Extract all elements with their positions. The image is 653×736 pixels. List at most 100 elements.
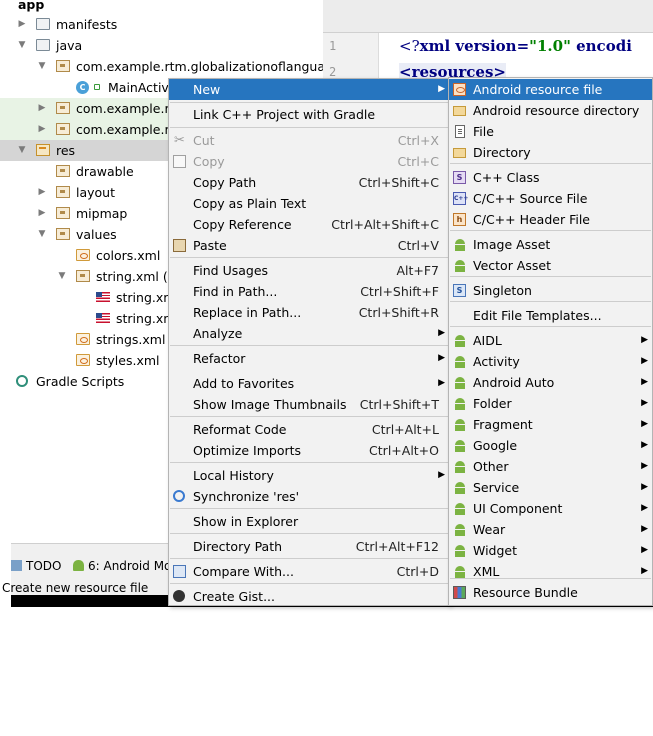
menu-item-copy-path[interactable]: Copy Path Ctrl+Shift+C [169,172,449,193]
tree-item-label: string.xml (2 [96,269,176,284]
cpp-source-icon: C++ [453,192,468,205]
menu-item-copy-reference[interactable]: Copy Reference Ctrl+Alt+Shift+C [169,214,449,235]
collapsed-arrow-icon[interactable]: ▶ [36,203,48,224]
new-item-c-c-header-file[interactable]: h C/C++ Header File [449,209,652,230]
menu-item-shortcut: Ctrl+Shift+T [359,397,439,412]
expanded-arrow-icon[interactable]: ▼ [36,56,48,77]
new-item-android-resource-file[interactable]: Android resource file [449,79,652,100]
gradle-icon [16,375,28,387]
menu-item-label: Other [473,459,509,474]
new-item-google[interactable]: Google ▶ [449,435,652,456]
tree-item-com-example-rtm-globalizationoflanguage[interactable]: ▼ com.example.rtm.globalizationoflanguage [0,56,323,77]
tree-item-java[interactable]: ▼ java [0,35,323,56]
menu-item-label: C++ Class [473,170,540,185]
menu-item-paste[interactable]: Paste Ctrl+V [169,235,449,256]
menu-separator [450,230,651,231]
resource-bundle-icon [453,586,466,599]
menu-item-compare-with[interactable]: Compare With... Ctrl+D [169,561,449,582]
android-icon [454,376,466,389]
menu-item-create-gist[interactable]: Create Gist... [169,586,449,607]
code-token: "1.0" [529,37,571,55]
package-icon [76,270,90,282]
new-item-vector-asset[interactable]: Vector Asset [449,255,652,276]
compare-icon [173,565,186,578]
tree-item-manifests[interactable]: ▶ manifests [0,14,323,35]
expanded-arrow-icon[interactable]: ▼ [56,266,68,287]
new-item-service[interactable]: Service ▶ [449,477,652,498]
collapsed-arrow-icon[interactable]: ▶ [36,98,48,119]
android-monitor-tab[interactable]: 6: Android Mo [73,555,171,577]
expanded-arrow-icon[interactable]: ▼ [16,35,28,56]
menu-item-reformat-code[interactable]: Reformat Code Ctrl+Alt+L [169,419,449,440]
submenu-arrow-icon: ▶ [641,356,648,366]
expanded-arrow-icon[interactable]: ▼ [16,140,28,161]
new-item-file[interactable]: File [449,121,652,142]
menu-item-label: Link C++ Project with Gradle [193,107,376,122]
menu-item-label: Image Asset [473,237,551,252]
file-icon [455,125,465,138]
menu-item-directory-path[interactable]: Directory Path Ctrl+Alt+F12 [169,536,449,557]
menu-item-label: Service [473,480,520,495]
submenu-arrow-icon: ▶ [641,377,648,387]
tree-item-label: com.example.rt [76,122,175,137]
code-line-1: <?xml version="1.0" encodi [399,37,632,55]
menu-item-label: Wear [473,522,506,537]
new-item-directory[interactable]: Directory [449,142,652,163]
menu-item-label: Activity [473,354,520,369]
new-item-activity[interactable]: Activity ▶ [449,351,652,372]
collapsed-arrow-icon[interactable]: ▶ [36,119,48,140]
menu-item-optimize-imports[interactable]: Optimize Imports Ctrl+Alt+O [169,440,449,461]
menu-item-show-in-explorer[interactable]: Show in Explorer [169,511,449,532]
menu-item-show-image-thumbnails[interactable]: Show Image Thumbnails Ctrl+Shift+T [169,394,449,415]
new-item-image-asset[interactable]: Image Asset [449,234,652,255]
submenu-arrow-icon: ▶ [641,440,648,450]
new-item-folder[interactable]: Folder ▶ [449,393,652,414]
status-bar-text: Create new resource file [2,581,149,595]
new-item-android-resource-directory[interactable]: Android resource directory [449,100,652,121]
menu-item-new[interactable]: New ▶ [169,79,449,100]
menu-item-replace-in-path[interactable]: Replace in Path... Ctrl+Shift+R [169,302,449,323]
collapsed-arrow-icon[interactable]: ▶ [16,14,28,35]
new-item-widget[interactable]: Widget ▶ [449,540,652,561]
menu-item-shortcut: Ctrl+Alt+F12 [355,539,439,554]
new-item-edit-file-templates[interactable]: Edit File Templates... [449,305,652,326]
new-item-xml[interactable]: XML ▶ [449,561,652,582]
new-item-singleton[interactable]: S Singleton [449,280,652,301]
new-item-c-c-source-file[interactable]: C++ C/C++ Source File [449,188,652,209]
menu-item-label: Analyze [193,326,243,341]
menu-item-find-usages[interactable]: Find Usages Alt+F7 [169,260,449,281]
menu-item-link-c-project-with-gradle[interactable]: Link C++ Project with Gradle [169,104,449,125]
new-item-fragment[interactable]: Fragment ▶ [449,414,652,435]
menu-item-analyze[interactable]: Analyze ▶ [169,323,449,344]
menu-item-label: Find Usages [193,263,269,278]
expanded-arrow-icon[interactable]: ▼ [36,224,48,245]
menu-item-shortcut: Ctrl+V [397,238,439,253]
folder-icon [36,18,50,30]
menu-separator [450,326,651,327]
menu-item-copy: Copy Ctrl+C [169,151,449,172]
menu-item-add-to-favorites[interactable]: Add to Favorites ▶ [169,373,449,394]
flag-icon [96,313,110,323]
menu-item-local-history[interactable]: Local History ▶ [169,465,449,486]
menu-item-copy-as-plain-text[interactable]: Copy as Plain Text [169,193,449,214]
android-icon [454,334,466,347]
new-item-c-class[interactable]: S C++ Class [449,167,652,188]
new-item-other[interactable]: Other ▶ [449,456,652,477]
todo-tab[interactable]: TODO [11,555,61,577]
new-item-ui-component[interactable]: UI Component ▶ [449,498,652,519]
cpp-header-icon: h [453,213,466,226]
tree-item-app[interactable]: app [0,0,323,15]
cpp-class-icon: S [453,171,466,184]
android-icon [73,560,84,571]
new-item-android-auto[interactable]: Android Auto ▶ [449,372,652,393]
menu-item-refactor[interactable]: Refactor ▶ [169,348,449,369]
new-item-aidl[interactable]: AIDL ▶ [449,330,652,351]
context-menu: New ▶ Link C++ Project with Gradle ✂ Cut Ctrl… [168,78,450,606]
paste-icon [173,239,186,252]
collapsed-arrow-icon[interactable]: ▶ [36,182,48,203]
new-item-wear[interactable]: Wear ▶ [449,519,652,540]
menu-item-find-in-path[interactable]: Find in Path... Ctrl+Shift+F [169,281,449,302]
menu-item-synchronize-res[interactable]: Synchronize 'res' [169,486,449,507]
new-item-resource-bundle[interactable]: Resource Bundle [449,582,652,603]
menu-item-label: Vector Asset [473,258,551,273]
